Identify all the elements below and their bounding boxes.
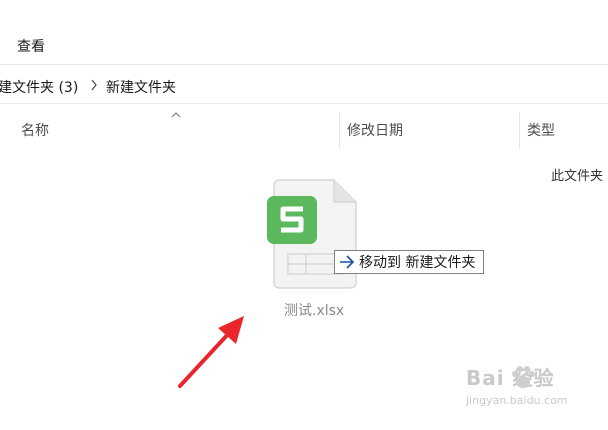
breadcrumb: 建文件夹 (3) 新建文件夹 <box>0 70 608 100</box>
column-header-date-modified[interactable]: 修改日期 <box>347 120 403 140</box>
watermark-url: jingyan.baidu.com <box>466 394 568 407</box>
file-name-label: 测试.xlsx <box>284 303 345 319</box>
column-header-type[interactable]: 类型 <box>527 120 555 140</box>
column-divider[interactable] <box>519 112 520 148</box>
column-headers: 名称 修改日期 类型 <box>0 106 608 148</box>
ribbon-divider <box>0 64 608 65</box>
arrow-right-icon <box>340 255 355 269</box>
drag-tooltip-text: 移动到 新建文件夹 <box>359 255 476 271</box>
paw-icon <box>512 366 535 388</box>
drag-move-tooltip: 移动到 新建文件夹 <box>334 250 485 274</box>
chevron-right-icon[interactable] <box>90 79 98 91</box>
breadcrumb-item-current[interactable]: 新建文件夹 <box>106 77 176 97</box>
tab-view[interactable]: 查看 <box>17 36 45 56</box>
column-divider[interactable] <box>339 112 340 148</box>
empty-folder-message: 此文件夹 <box>551 169 604 184</box>
ribbon <box>0 0 608 64</box>
sort-ascending-icon <box>171 112 181 118</box>
watermark-logo: Bai 经验 jingyan.baidu.com <box>466 362 606 414</box>
addressbar-divider <box>0 103 608 104</box>
annotation-arrow-icon <box>178 316 244 388</box>
breadcrumb-item-parent[interactable]: 建文件夹 (3) <box>0 77 78 97</box>
column-header-name[interactable]: 名称 <box>21 120 49 140</box>
